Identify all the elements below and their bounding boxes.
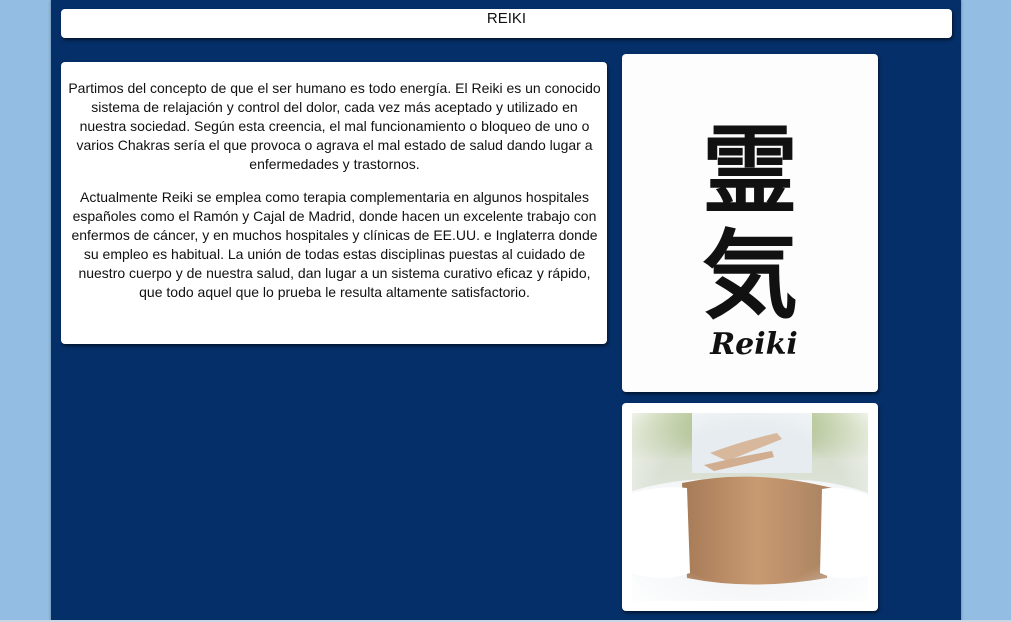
page-container: REIKI Partimos del concepto de que el se… bbox=[51, 0, 961, 622]
title-box: REIKI bbox=[61, 9, 952, 38]
reiki-hands-photo bbox=[632, 413, 868, 601]
photo-box bbox=[622, 403, 878, 611]
kanji-caption: Reiki bbox=[709, 327, 798, 362]
text-box: Partimos del concepto de que el ser huma… bbox=[61, 62, 607, 344]
page-title: REIKI bbox=[486, 10, 527, 27]
paragraph-intro: Partimos del concepto de que el ser huma… bbox=[68, 80, 601, 172]
kanji-ki: 気 bbox=[702, 219, 798, 332]
paragraph-hospitals: Actualmente Reiki se emplea como terapia… bbox=[71, 189, 598, 300]
reiki-kanji-image: 霊 気 Reiki bbox=[702, 114, 798, 362]
kanji-image-box: 霊 気 Reiki bbox=[622, 54, 878, 392]
kanji-rei: 霊 bbox=[702, 114, 798, 227]
